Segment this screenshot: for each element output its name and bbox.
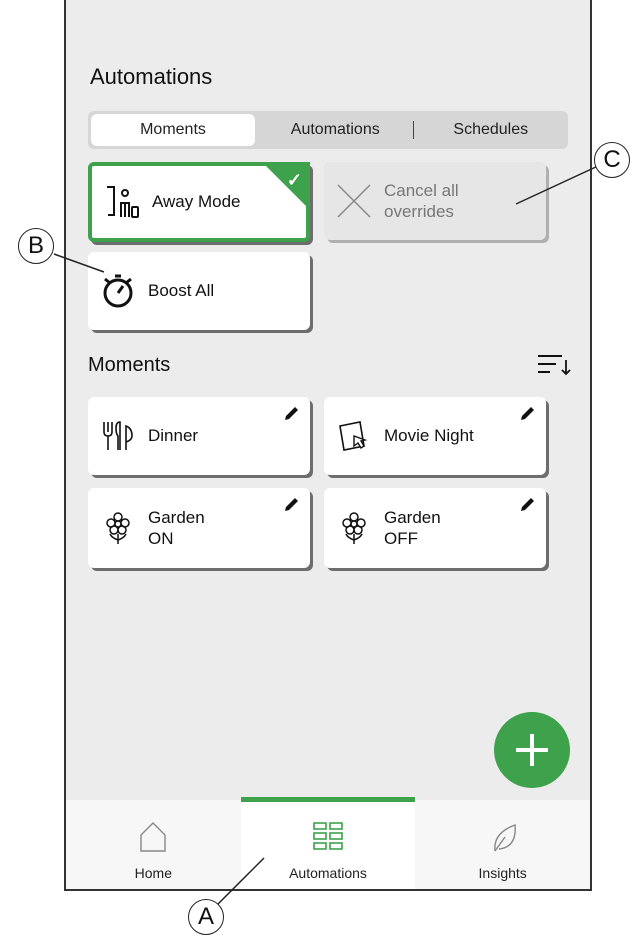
- nav-label: Home: [134, 865, 173, 881]
- moment-line-2: OFF: [384, 529, 418, 548]
- boost-all-label: Boost All: [148, 281, 215, 301]
- away-mode-card[interactable]: Away Mode ✓: [88, 162, 310, 242]
- cutlery-icon: [98, 416, 138, 456]
- away-person-icon: [102, 182, 142, 222]
- callout-c: C: [594, 142, 630, 178]
- moment-card-garden-off[interactable]: Garden OFF: [324, 488, 546, 568]
- edit-pencil-icon[interactable]: [282, 405, 300, 423]
- check-icon: ✓: [286, 170, 302, 190]
- moment-label: Movie Night: [384, 426, 474, 446]
- tab-schedules[interactable]: Schedules: [414, 111, 569, 149]
- callout-a: A: [188, 899, 224, 935]
- moment-card-movie-night[interactable]: Movie Night: [324, 397, 546, 475]
- leaf-icon: [493, 824, 516, 852]
- moment-card-dinner[interactable]: Dinner: [88, 397, 310, 475]
- page-title: Automations: [90, 64, 213, 89]
- edit-pencil-icon[interactable]: [518, 496, 536, 514]
- away-mode-label: Away Mode: [152, 192, 241, 212]
- sort-icon[interactable]: [536, 352, 572, 376]
- nav-label: Insights: [478, 865, 527, 881]
- cancel-line-1: Cancel all: [384, 180, 459, 200]
- edit-pencil-icon[interactable]: [282, 496, 300, 514]
- flower-icon: [334, 508, 374, 548]
- moment-label: Dinner: [148, 426, 199, 446]
- bottom-nav: Home Automations Insights: [66, 797, 590, 889]
- add-button[interactable]: [494, 712, 570, 788]
- moment-label: Garden ON: [148, 507, 205, 550]
- plus-icon: [516, 734, 548, 766]
- grid-icon: [313, 822, 343, 850]
- nav-insights[interactable]: Insights: [415, 800, 590, 889]
- moment-line-1: Garden: [148, 507, 205, 527]
- cancel-overrides-label: Cancel all overrides: [384, 180, 459, 223]
- callout-b: B: [18, 228, 54, 264]
- house-icon: [140, 822, 167, 852]
- cancel-overrides-card[interactable]: Cancel all overrides: [324, 162, 546, 240]
- segmented-control: Moments Automations Schedules: [88, 111, 568, 149]
- nav-label: Automations: [289, 865, 367, 881]
- moment-line-2: ON: [148, 529, 174, 548]
- edit-pencil-icon[interactable]: [518, 405, 536, 423]
- boost-all-card[interactable]: Boost All: [88, 252, 310, 330]
- moment-line-1: Garden: [384, 507, 441, 527]
- nav-automations[interactable]: Automations: [240, 797, 416, 889]
- cancel-line-2: overrides: [384, 202, 454, 221]
- tab-automations[interactable]: Automations: [258, 111, 413, 149]
- x-cross-icon: [334, 181, 374, 221]
- tablet-touch-icon: [334, 416, 374, 456]
- tab-moments[interactable]: Moments: [91, 114, 255, 146]
- nav-home[interactable]: Home: [66, 800, 241, 889]
- moment-label: Garden OFF: [384, 507, 441, 550]
- moments-section-title: Moments: [88, 354, 171, 376]
- stopwatch-boost-icon: [98, 271, 138, 311]
- flower-icon: [98, 508, 138, 548]
- moment-card-garden-on[interactable]: Garden ON: [88, 488, 310, 568]
- stage: Automations Moments Automations Schedule…: [0, 0, 632, 939]
- phone-screen: Automations Moments Automations Schedule…: [64, 0, 592, 891]
